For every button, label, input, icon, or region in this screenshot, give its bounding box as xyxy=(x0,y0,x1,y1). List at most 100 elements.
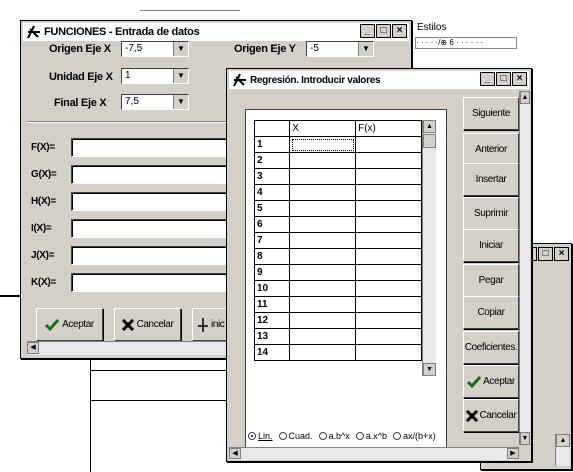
minimize-button[interactable]: _ xyxy=(360,24,375,38)
function-input-f[interactable] xyxy=(71,138,241,157)
row-header: 11 xyxy=(253,296,291,313)
iniciar-button[interactable]: Iniciar xyxy=(463,229,519,262)
chevron-down-icon[interactable]: ▼ xyxy=(173,69,188,83)
horizontal-scrollbar[interactable]: ◀ xyxy=(27,341,227,355)
table-row: 12 xyxy=(253,312,422,329)
grid-cell-f[interactable] xyxy=(355,232,422,249)
function-input-j[interactable] xyxy=(71,246,241,265)
grid-cell-f[interactable] xyxy=(355,312,422,329)
pegar-button[interactable]: Pegar xyxy=(463,264,519,297)
window-horizontal-scrollbar[interactable]: ◀ ▶ xyxy=(229,447,519,460)
grid-cell-x[interactable] xyxy=(289,216,357,233)
grid-cell-x[interactable] xyxy=(289,264,357,281)
scroll-thumb[interactable] xyxy=(423,134,436,148)
radio-cuadratica[interactable]: Cuad. xyxy=(278,431,313,441)
insertar-button[interactable]: Insertar xyxy=(463,163,519,196)
cancelar-button[interactable]: Cancelar xyxy=(463,399,519,432)
grid-cell-f[interactable] xyxy=(355,328,422,345)
grid-cell-f[interactable] xyxy=(355,136,422,153)
copiar-button[interactable]: Copiar xyxy=(463,296,519,329)
grid-cell-f[interactable] xyxy=(355,344,422,361)
funciones-titlebar[interactable]: FUNCIONES - Entrada de datos _ □ × xyxy=(23,23,409,41)
origen-y-value: -5 xyxy=(310,43,319,54)
grid-cell-f[interactable] xyxy=(355,152,422,169)
radio-label: a.x^b xyxy=(365,431,388,441)
grid-cell-f[interactable] xyxy=(355,200,422,217)
function-label: F(X)= xyxy=(31,142,55,153)
inicio-label: inic xyxy=(211,319,225,330)
close-button[interactable]: × xyxy=(512,72,527,86)
grid-cell-f[interactable] xyxy=(355,280,422,297)
grid-cell-x[interactable] xyxy=(289,248,357,265)
grid-cell-x[interactable] xyxy=(289,344,357,361)
radio-hiperbolica[interactable]: ax/(b+x) xyxy=(393,431,436,441)
radio-dot xyxy=(278,432,287,440)
grid-cell-f[interactable] xyxy=(355,264,422,281)
table-row: 1 xyxy=(253,136,422,153)
maximize-button[interactable]: □ xyxy=(376,24,391,38)
origen-x-select[interactable]: -7,5 ▼ xyxy=(121,41,189,57)
function-input-i[interactable] xyxy=(71,219,241,238)
grid-cell-x[interactable] xyxy=(289,280,357,297)
grid-cell-x[interactable] xyxy=(289,200,357,217)
regresion-titlebar[interactable]: Regresión. Introducir valores _ □ × xyxy=(229,71,529,89)
radio-dot xyxy=(355,432,364,440)
close-button[interactable]: × xyxy=(554,247,569,261)
grid-cell-f[interactable] xyxy=(355,216,422,233)
grid-cell-x[interactable] xyxy=(289,136,357,153)
radio-lineal[interactable]: Lin. xyxy=(248,431,273,441)
grid-cell-x[interactable] xyxy=(289,168,357,185)
function-input-g[interactable] xyxy=(71,165,241,184)
table-row: 2 xyxy=(253,152,422,169)
scroll-down-arrow[interactable]: ▼ xyxy=(423,363,436,376)
grid-cell-x[interactable] xyxy=(289,328,357,345)
aceptar-button[interactable]: Aceptar xyxy=(463,365,519,398)
scrollbar[interactable]: ▲ xyxy=(555,434,570,466)
grid-cell-f[interactable] xyxy=(355,168,422,185)
function-input-h[interactable] xyxy=(71,192,241,211)
grid-cell-x[interactable] xyxy=(289,152,357,169)
origen-y-select[interactable]: -5 ▼ xyxy=(306,41,374,57)
pegar-label: Pegar xyxy=(478,275,504,286)
suprimir-button[interactable]: Suprimir xyxy=(463,197,519,230)
grid-cell-f[interactable] xyxy=(355,296,422,313)
minimize-button[interactable]: _ xyxy=(480,72,495,86)
final-x-select[interactable]: 7,5 ▼ xyxy=(121,94,189,110)
chevron-down-icon[interactable]: ▼ xyxy=(358,42,373,56)
grid-cell-x[interactable] xyxy=(289,184,357,201)
maximize-button[interactable]: □ xyxy=(496,72,511,86)
radio-potencial[interactable]: a.x^b xyxy=(355,431,388,441)
chevron-down-icon[interactable]: ▼ xyxy=(173,42,188,56)
siguiente-button[interactable]: Siguiente xyxy=(463,97,519,130)
unidad-x-select[interactable]: 1 ▼ xyxy=(121,68,189,84)
column-header-f: F(x) xyxy=(355,120,422,137)
grid-cell-f[interactable] xyxy=(355,248,422,265)
aceptar-button[interactable]: Aceptar xyxy=(36,308,103,341)
scroll-right-arrow[interactable]: ▶ xyxy=(507,448,519,459)
radio-label: Lin. xyxy=(258,431,273,441)
grid-scrollbar[interactable]: ▲ ▼ xyxy=(422,120,436,376)
window-title: FUNCIONES - Entrada de datos xyxy=(44,26,200,38)
cancelar-button[interactable]: Cancelar xyxy=(114,308,181,341)
scroll-left-arrow[interactable]: ◀ xyxy=(229,448,241,459)
close-button[interactable]: × xyxy=(392,24,407,38)
scroll-down-arrow[interactable]: ▼ xyxy=(520,432,530,445)
function-input-k[interactable] xyxy=(71,273,241,292)
coeficientes-button[interactable]: Coeficientes. xyxy=(463,331,519,364)
radio-dot xyxy=(248,432,256,440)
scroll-left-arrow[interactable]: ◀ xyxy=(27,342,39,354)
function-label: I(X)= xyxy=(31,223,52,234)
table-row: 5 xyxy=(253,200,422,217)
anterior-button[interactable]: Anterior xyxy=(463,133,519,166)
grid-cell-x[interactable] xyxy=(289,296,357,313)
grid-cell-x[interactable] xyxy=(289,312,357,329)
maximize-button[interactable]: □ xyxy=(538,247,553,261)
radio-exponencial[interactable]: a.b^x xyxy=(318,431,350,441)
scroll-up-arrow[interactable]: ▲ xyxy=(520,91,530,104)
scroll-up-arrow[interactable]: ▲ xyxy=(423,120,436,133)
chevron-down-icon[interactable]: ▼ xyxy=(173,95,188,109)
grid-cell-x[interactable] xyxy=(289,232,357,249)
window-vertical-scrollbar[interactable]: ▲ ▼ xyxy=(519,91,530,445)
grid-cell-f[interactable] xyxy=(355,184,422,201)
radio-dot xyxy=(318,432,327,440)
